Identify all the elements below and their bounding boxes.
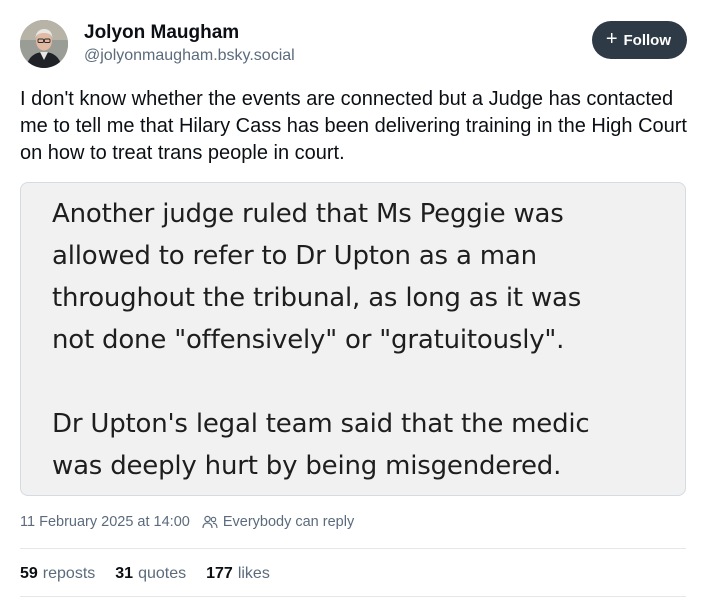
reposts-label: reposts (42, 565, 96, 582)
post-text-body: I don't know whether the events are conn… (20, 88, 687, 164)
embedded-image-line: Dr Upton's legal team said that the medi… (52, 409, 590, 439)
people-icon (202, 515, 218, 529)
quotes-label: quotes (138, 565, 187, 582)
quotes-stat[interactable]: 31 quotes (115, 565, 186, 583)
post-stats: 59 reposts 31 quotes 177 likes (20, 565, 290, 583)
avatar[interactable] (20, 20, 68, 68)
embedded-image-line: Another judge ruled that Ms Peggie was (52, 199, 564, 229)
post-timestamp[interactable]: 11 February 2025 at 14:00 (20, 514, 190, 530)
author-name[interactable]: Jolyon Maugham (84, 22, 239, 44)
reply-setting[interactable]: Everybody can reply (223, 514, 354, 530)
likes-label: likes (237, 565, 270, 582)
post-text: I don't know whether the events are conn… (20, 86, 690, 167)
quotes-count: 31 (115, 565, 134, 582)
post-meta: 11 February 2025 at 14:00 Everybody can … (20, 514, 354, 530)
reposts-stat[interactable]: 59 reposts (20, 565, 95, 583)
divider (20, 596, 686, 597)
follow-button-label: Follow (623, 31, 672, 49)
post-card: Jolyon Maugham @jolyonmaugham.bsky.socia… (0, 0, 707, 600)
embedded-image-line: allowed to refer to Dr Upton as a man (52, 241, 537, 271)
embedded-image-paragraph-2: Dr Upton's legal team said that the medi… (52, 403, 672, 487)
author-handle[interactable]: @jolyonmaugham.bsky.social (84, 47, 295, 65)
embedded-image-line: not done "offensively" or "gratuitously"… (52, 325, 565, 355)
person-portrait-icon (20, 20, 68, 68)
likes-stat[interactable]: 177 likes (206, 565, 270, 583)
follow-button[interactable]: + Follow (591, 21, 687, 59)
embedded-image-paragraph-1: Another judge ruled that Ms Peggie was a… (52, 193, 672, 361)
divider (20, 548, 686, 549)
embedded-image-line: was deeply hurt by being misgendered. (52, 451, 562, 481)
likes-count: 177 (206, 565, 233, 582)
reposts-count: 59 (20, 565, 38, 582)
embedded-image[interactable]: Another judge ruled that Ms Peggie was a… (20, 182, 686, 496)
plus-icon: + (605, 28, 618, 50)
embedded-image-line: throughout the tribunal, as long as it w… (52, 283, 582, 313)
